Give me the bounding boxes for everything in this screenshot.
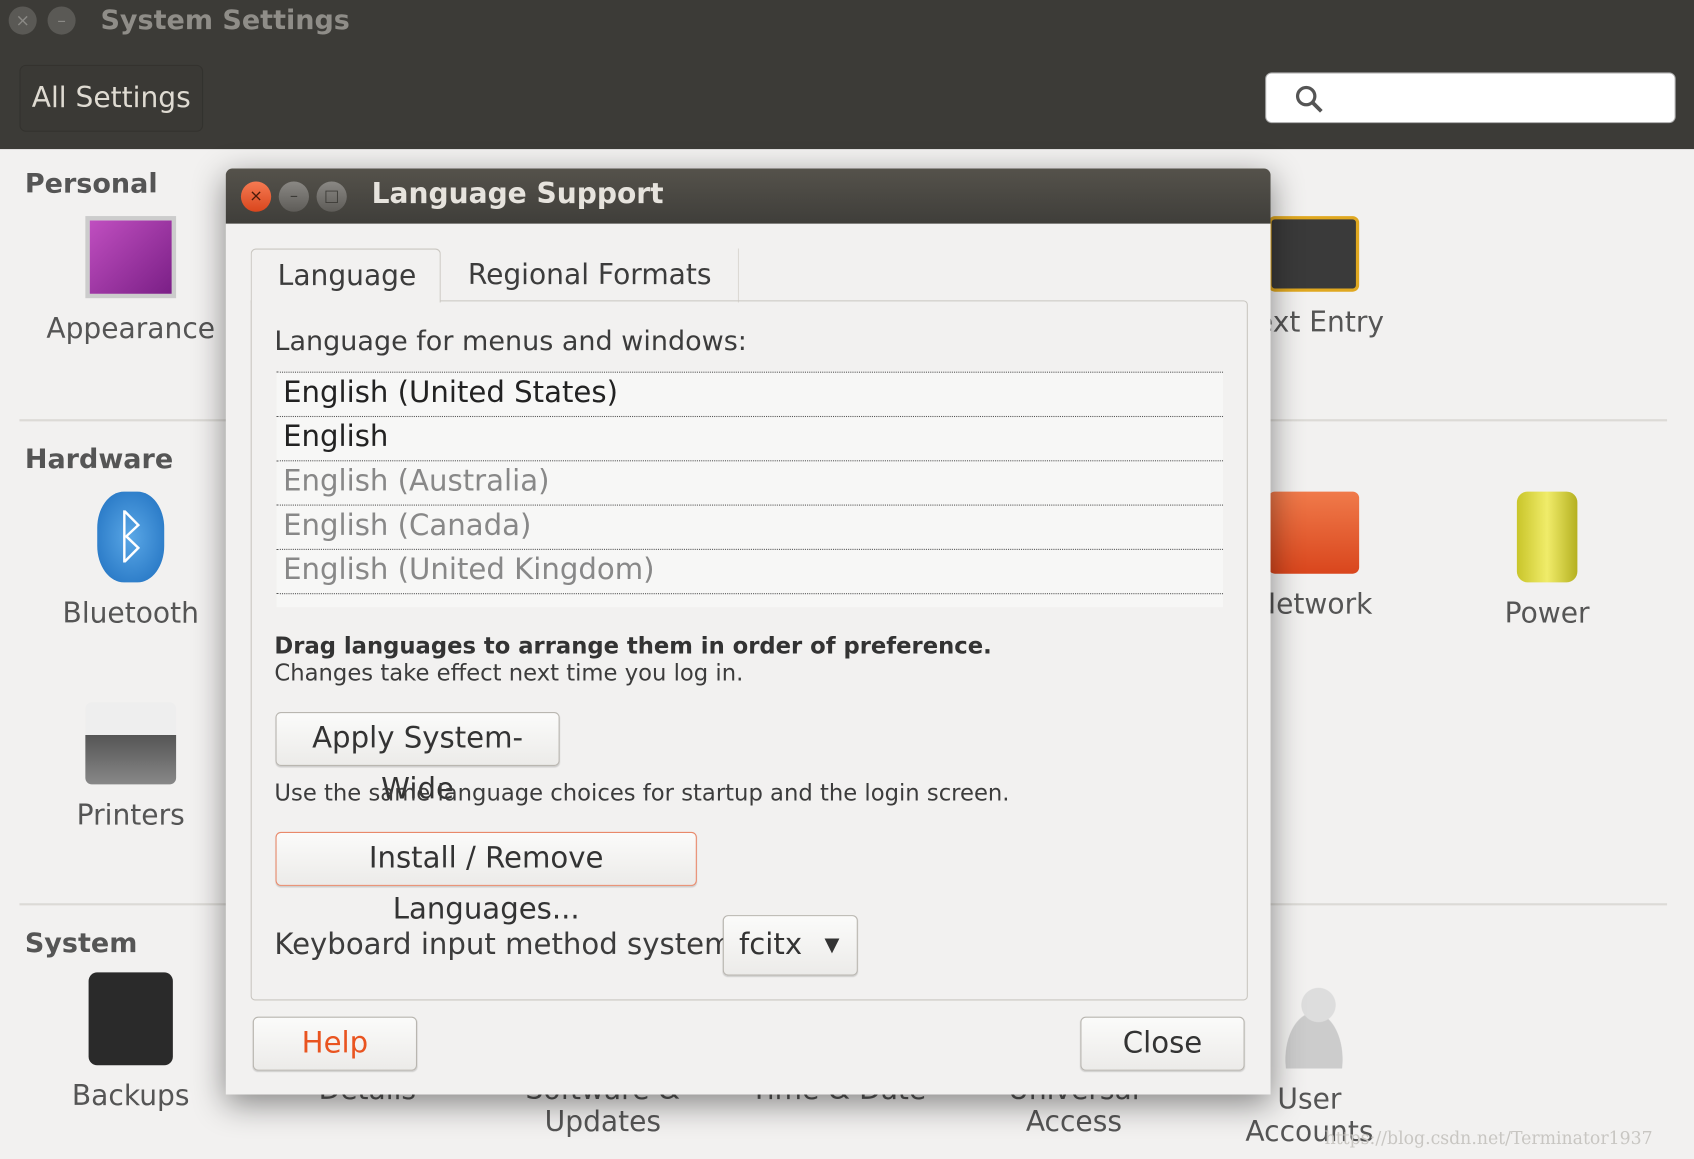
power-item[interactable]: Power [1450,491,1644,630]
system-settings-window: × – System Settings All Settings Persona… [0,0,1694,1159]
dialog-close-icon[interactable]: × [240,181,272,212]
list-label: Language for menus and windows: [274,325,747,357]
changes-hint: Changes take effect next time you log in… [274,660,744,687]
item-label: Bluetooth [62,597,199,630]
network-icon [1268,491,1360,574]
header-bar: × – System Settings All Settings [0,0,1694,150]
search-input[interactable] [1265,72,1676,124]
apply-hint: Use the same language choices for startu… [274,780,1010,806]
item-label: Access [1025,1106,1122,1139]
all-settings-button[interactable]: All Settings [19,64,204,132]
power-icon [1516,491,1578,583]
list-item[interactable]: English (United States) [276,371,1224,416]
dialog-maximize-icon[interactable]: □ [316,181,347,212]
window-minimize-button[interactable]: – [47,6,76,35]
list-item[interactable]: English (Australia) [276,460,1224,504]
section-personal: Personal [24,167,158,199]
language-support-dialog: × – □ Language Support Language Regional… [225,168,1271,1095]
list-divider [276,593,1224,606]
item-label: Appearance [46,313,216,346]
item-label: Network [1255,588,1373,622]
tab-language[interactable]: Language [250,248,441,303]
appearance-item[interactable]: Appearance [33,216,227,346]
language-list[interactable]: English (United States) English English … [276,371,1224,608]
safe-icon [88,972,173,1066]
install-remove-languages-button[interactable]: Install / Remove Languages... [275,831,697,926]
appearance-icon [85,216,177,299]
item-label: User [1277,1083,1342,1117]
item-label: Backups [71,1080,190,1113]
dialog-title: Language Support [371,178,664,211]
search-icon [1295,85,1323,113]
dialog-titlebar: × – □ Language Support [225,168,1271,224]
window-close-button[interactable]: × [8,6,37,35]
item-label: Power [1504,597,1590,630]
close-button[interactable]: Close [1080,1016,1245,1071]
keyboard-input-label: Keyboard input method system: [274,928,743,962]
watermark: https://blog.csdn.net/Terminator1937 [1324,1127,1653,1149]
list-item[interactable]: English (United Kingdom) [276,548,1224,593]
printer-icon [85,702,177,785]
keyboard-icon [1268,216,1360,292]
users-icon [1264,977,1355,1069]
select-value: fcitx [738,928,803,962]
app-title: System Settings [100,4,350,36]
section-system: System [24,926,138,959]
item-label: Updates [544,1106,662,1139]
apply-system-wide-button[interactable]: Apply System-Wide [275,711,560,806]
list-item[interactable]: English (Canada) [276,504,1224,549]
language-tab-panel: Language for menus and windows: English … [250,300,1248,1001]
printers-item[interactable]: Printers [33,702,227,832]
section-hardware: Hardware [24,442,174,475]
tab-regional-formats[interactable]: Regional Formats [442,248,739,303]
item-label: Printers [76,799,185,832]
drag-hint: Drag languages to arrange them in order … [274,633,992,660]
bluetooth-item[interactable]: ᛒ Bluetooth [33,491,227,630]
backups-item[interactable]: Backups [33,972,227,1113]
bluetooth-icon: ᛒ [97,491,165,583]
dropdown-arrow-icon: ▼ [824,933,840,957]
list-item[interactable]: English [276,415,1224,460]
dialog-minimize-icon[interactable]: – [278,181,309,212]
keyboard-input-select[interactable]: fcitx ▼ [722,915,858,976]
help-button[interactable]: Help [252,1016,418,1071]
